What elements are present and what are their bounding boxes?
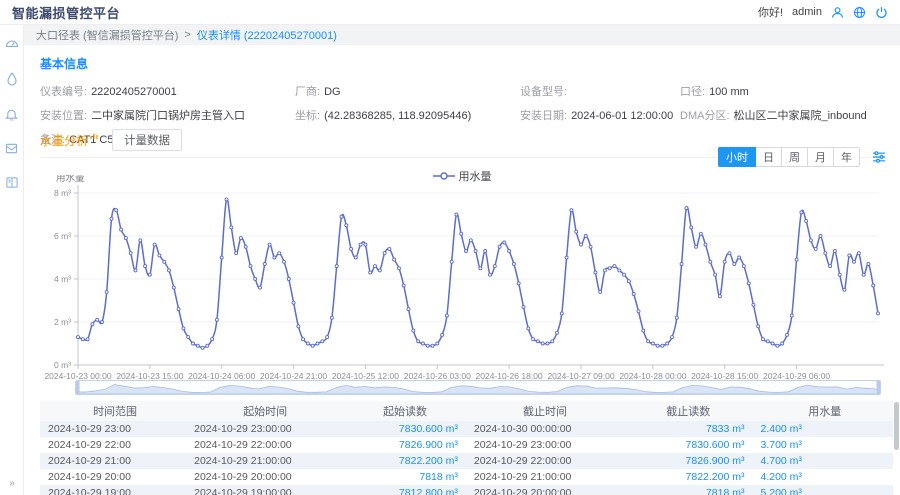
sidebar-collapse-button[interactable]: » [0, 478, 24, 489]
info-field: 安装位置:二中家属院门口锅炉房主管入口 [40, 107, 295, 123]
top-bar: 智能漏损管控平台 你好! admin [0, 0, 900, 25]
table-header-cell: 用水量 [756, 401, 893, 421]
sidebar-item-reports[interactable] [5, 176, 19, 189]
user-icon[interactable] [831, 6, 844, 19]
info-field: 坐标:(42.28368285, 118.92095446) [295, 107, 520, 123]
table-cell: 2024-10-29 22:00:00 [190, 437, 340, 453]
datazoom-shadow [76, 381, 880, 394]
table-row: 2024-10-29 19:002024-10-29 19:00:007812.… [40, 485, 893, 495]
table-row: 2024-10-29 21:002024-10-29 21:00:007822.… [40, 453, 893, 469]
usage-chart[interactable]: 0 m³2 m³4 m³6 m³8 m³2024-10-23 00:002024… [40, 175, 893, 381]
table-cell: 2024-10-29 23:00:00 [470, 437, 620, 453]
table-cell: 4.700 m³ [756, 453, 893, 469]
svg-text:8 m³: 8 m³ [54, 188, 71, 198]
table-cell: 7826.900 m³ [620, 453, 756, 469]
info-field: 仪表编号:22202405270001 [40, 83, 295, 99]
table-cell: 2024-10-29 19:00 [40, 485, 190, 495]
breadcrumb: 大口径表 (智信漏损管控平台) > 仪表详情 (22202405270001) [24, 25, 900, 45]
table-cell: 2024-10-29 23:00 [40, 421, 190, 437]
table-cell: 2.400 m³ [756, 421, 893, 437]
breadcrumb-current[interactable]: 仪表详情 (22202405270001) [197, 27, 337, 43]
bell-icon [5, 107, 18, 121]
greeting-text: 你好! [758, 4, 783, 20]
main-content: 大口径表 (智信漏损管控平台) > 仪表详情 (22202405270001) … [24, 25, 900, 495]
table-cell: 2024-10-29 19:00:00 [190, 485, 340, 495]
table-row: 2024-10-29 20:002024-10-29 20:00:007818 … [40, 469, 893, 485]
app-title: 智能漏损管控平台 [12, 3, 120, 22]
info-field: 设备型号: [520, 83, 680, 99]
tab-water-analysis[interactable]: 水量分析 [40, 132, 98, 149]
tab-bar: 水量分析 计量数据 [40, 129, 182, 151]
table-cell: 2024-10-29 21:00:00 [190, 453, 340, 469]
sidebar-item-messages[interactable] [5, 142, 18, 155]
table-cell: 2024-10-30 00:00:00 [470, 421, 620, 437]
table-cell: 7822.200 m³ [620, 469, 756, 485]
scrollbar-thumb[interactable] [894, 402, 899, 450]
table-cell: 7822.200 m³ [340, 453, 470, 469]
table-cell: 2024-10-29 22:00:00 [470, 453, 620, 469]
table-row: 2024-10-29 23:002024-10-29 23:00:007830.… [40, 421, 893, 437]
info-field: 安装日期:2024-06-01 12:00:00 [520, 107, 680, 123]
table-cell: 2024-10-29 21:00 [40, 453, 190, 469]
breadcrumb-parent[interactable]: 大口径表 (智信漏损管控平台) [36, 27, 178, 43]
table-cell: 3.700 m³ [756, 437, 893, 453]
svg-text:0 m³: 0 m³ [54, 360, 71, 370]
tab-label: 水量分析 [40, 132, 88, 149]
table-cell: 2024-10-29 20:00:00 [470, 485, 620, 495]
table-cell: 5.200 m³ [756, 485, 893, 495]
basic-info-title: 基本信息 [40, 55, 884, 72]
info-field: DMA分区:松山区二中家属院_inbound [680, 107, 884, 123]
username[interactable]: admin [792, 6, 822, 18]
water-drop-icon [6, 72, 18, 86]
table-cell: 7812.800 m³ [340, 485, 470, 495]
granularity-button-2[interactable]: 日 [755, 147, 782, 167]
table-header-cell: 起始时间 [190, 401, 340, 421]
power-icon[interactable] [875, 6, 888, 19]
granularity-button-5[interactable]: 年 [833, 147, 860, 167]
table-cell: 7818 m³ [620, 485, 756, 495]
readings-table: 时间范围起始时间起始读数截止时间截止读数用水量 2024-10-29 23:00… [40, 401, 893, 495]
table-cell: 7833 m³ [620, 421, 756, 437]
sidebar-item-dashboard[interactable] [5, 37, 19, 51]
table-header-cell: 起始读数 [340, 401, 470, 421]
table-header-cell: 截止读数 [620, 401, 756, 421]
svg-text:用水量: 用水量 [56, 175, 85, 184]
sidebar-item-alerts[interactable] [5, 107, 18, 121]
breadcrumb-separator: > [184, 29, 190, 41]
table-cell: 2024-10-29 22:00 [40, 437, 190, 453]
table-cell: 2024-10-29 21:00:00 [470, 469, 620, 485]
svg-text:2 m³: 2 m³ [54, 317, 71, 327]
granularity-button-1[interactable]: 小时 [718, 147, 756, 167]
table-row: 2024-10-29 22:002024-10-29 22:00:007826.… [40, 437, 893, 453]
filter-settings-icon[interactable] [872, 150, 886, 164]
granularity-button-3[interactable]: 周 [781, 147, 808, 167]
tab-metering-data[interactable]: 计量数据 [112, 129, 182, 151]
table-cell: 2024-10-29 20:00 [40, 469, 190, 485]
table-header-cell: 截止时间 [470, 401, 620, 421]
gauge-icon [5, 37, 19, 51]
info-field: 厂商:DG [295, 83, 520, 99]
table-cell: 2024-10-29 20:00:00 [190, 469, 340, 485]
table-cell: 7830.600 m³ [620, 437, 756, 453]
table-cell: 7826.900 m³ [340, 437, 470, 453]
table-header: 时间范围起始时间起始读数截止时间截止读数用水量 [40, 401, 893, 421]
mail-icon [5, 142, 18, 155]
svg-text:6 m³: 6 m³ [54, 231, 71, 241]
globe-icon[interactable] [853, 6, 866, 19]
book-icon [5, 176, 19, 189]
table-header-cell: 时间范围 [40, 401, 190, 421]
table-cell: 7830.600 m³ [340, 421, 470, 437]
granularity-button-4[interactable]: 月 [807, 147, 834, 167]
sidebar-item-water[interactable] [6, 72, 18, 86]
sidebar: » [0, 25, 24, 495]
table-cell: 7818 m³ [340, 469, 470, 485]
datazoom-slider[interactable] [75, 380, 881, 395]
info-field: 口径:100 mm [680, 83, 884, 99]
svg-text:4 m³: 4 m³ [54, 274, 71, 284]
granularity-controls: 小时日周月年 [718, 147, 886, 167]
table-cell: 4.200 m³ [756, 469, 893, 485]
table-cell: 2024-10-29 23:00:00 [190, 421, 340, 437]
tab-active-icon [90, 132, 98, 140]
